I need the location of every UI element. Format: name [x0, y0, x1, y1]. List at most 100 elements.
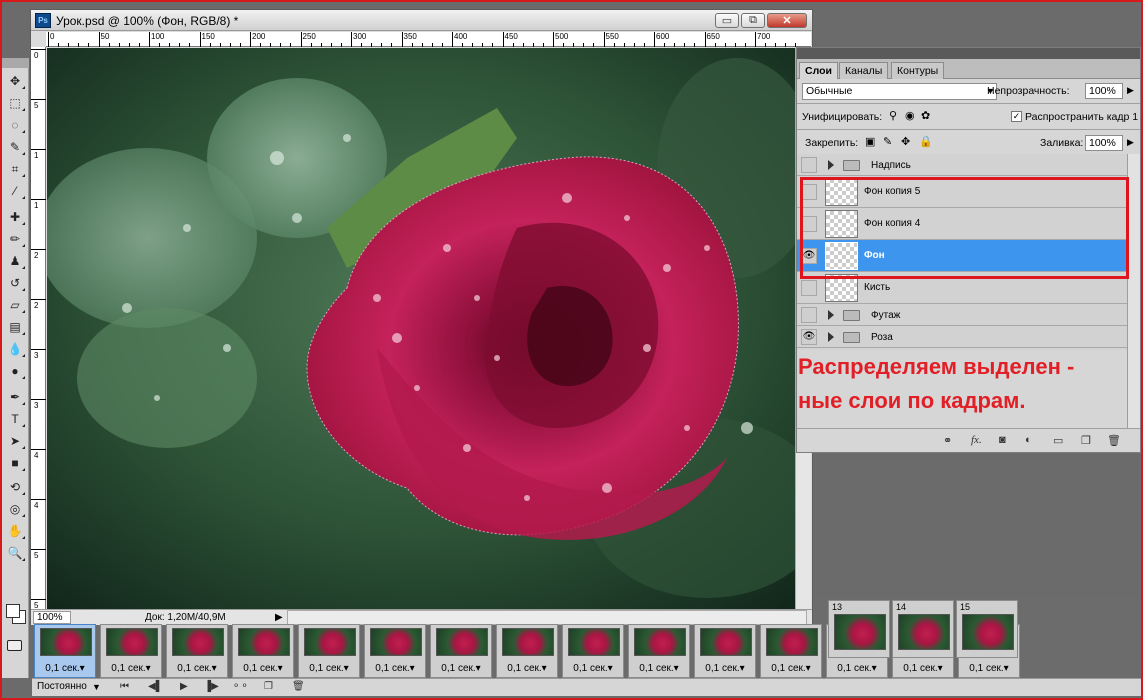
visibility-toggle[interactable]: [801, 280, 817, 296]
blend-mode-select[interactable]: Обычные: [802, 83, 997, 100]
zoom-tool-icon[interactable]: 🔍: [5, 544, 25, 562]
frame-delay[interactable]: 0,1 сек.▾: [827, 663, 887, 674]
animation-frame[interactable]: 13: [828, 600, 890, 658]
add-mask-icon[interactable]: ◙: [999, 434, 1006, 446]
fx-icon[interactable]: fx.: [971, 434, 982, 446]
history-brush-tool-icon[interactable]: ↺: [5, 274, 25, 292]
link-layers-icon[interactable]: ⚭: [943, 434, 952, 447]
clone-stamp-tool-icon[interactable]: ♟: [5, 252, 25, 270]
opacity-slider-arrow-icon[interactable]: ▶: [1127, 85, 1134, 96]
frame-delay[interactable]: 0,1 сек.▾: [695, 663, 755, 674]
fill-slider-arrow-icon[interactable]: ▶: [1127, 137, 1134, 148]
animation-frame[interactable]: 0,1 сек.▾: [430, 624, 492, 678]
animation-frame[interactable]: 0,1 сек.▾: [34, 624, 96, 678]
3d-rotate-tool-icon[interactable]: ⟲: [5, 478, 25, 496]
frame-delay[interactable]: 0,1 сек.▾: [299, 663, 359, 674]
hand-tool-icon[interactable]: ✋: [5, 522, 25, 540]
animation-frame[interactable]: 0,1 сек.▾: [100, 624, 162, 678]
close-button[interactable]: ✕: [767, 13, 807, 28]
expand-triangle-icon[interactable]: [828, 332, 834, 342]
dodge-tool-icon[interactable]: ●: [5, 362, 25, 380]
animation-frame[interactable]: 0,1 сек.▾: [760, 624, 822, 678]
frame-delay[interactable]: 0,1 сек.▾: [167, 663, 227, 674]
duplicate-frame-icon[interactable]: ❐: [264, 681, 273, 692]
chevron-down-icon[interactable]: ▼: [92, 682, 101, 692]
layer-row-nadpis[interactable]: Надпись: [797, 154, 1127, 176]
expand-triangle-icon[interactable]: [828, 160, 834, 170]
quick-select-tool-icon[interactable]: ✎: [5, 138, 25, 156]
frame-delay[interactable]: 0,1 сек.▾: [893, 663, 953, 674]
animation-frame[interactable]: 0,1 сек.▾: [496, 624, 558, 678]
unify-style-icon[interactable]: ✿: [921, 109, 930, 122]
foreground-color-swatch[interactable]: [6, 604, 20, 618]
blur-tool-icon[interactable]: 💧: [5, 340, 25, 358]
vertical-ruler[interactable]: 051122334455: [31, 47, 46, 611]
propagate-frame-checkbox[interactable]: ✓: [1011, 111, 1022, 122]
tab-paths[interactable]: Контуры: [891, 62, 945, 79]
frame-delay[interactable]: 0,1 сек.▾: [629, 663, 689, 674]
eye-icon[interactable]: 👁: [801, 329, 817, 345]
tab-channels[interactable]: Каналы: [839, 62, 889, 79]
crop-tool-icon[interactable]: ⌗: [5, 160, 25, 178]
3d-orbit-tool-icon[interactable]: ◎: [5, 500, 25, 518]
animation-frame[interactable]: 0,1 сек.▾: [628, 624, 690, 678]
path-select-tool-icon[interactable]: ➤: [5, 432, 25, 450]
frame-delay[interactable]: 0,1 сек.▾: [35, 663, 95, 674]
expand-triangle-icon[interactable]: [828, 310, 834, 320]
animation-frame[interactable]: 14: [892, 600, 954, 658]
frame-delay[interactable]: 0,1 сек.▾: [497, 663, 557, 674]
animation-frame[interactable]: 0,1 сек.▾: [232, 624, 294, 678]
animation-frame[interactable]: 0,1 сек.▾: [166, 624, 228, 678]
tween-icon[interactable]: ⚬⚬: [232, 681, 249, 692]
visibility-toggle[interactable]: [801, 157, 817, 173]
marquee-tool-icon[interactable]: ⬚: [5, 94, 25, 112]
animation-frame[interactable]: 0,1 сек.▾: [562, 624, 624, 678]
healing-brush-tool-icon[interactable]: ✚: [5, 208, 25, 226]
horizontal-ruler[interactable]: 0 50 100 150 200 250 300 350 400 450 500 550 600 650 7…: [46, 32, 811, 47]
fill-field[interactable]: 100%: [1085, 135, 1123, 151]
frame-delay[interactable]: 0,1 сек.▾: [959, 663, 1019, 674]
minimize-button[interactable]: ▭: [715, 13, 739, 28]
delete-frame-icon[interactable]: 🗑: [292, 681, 305, 692]
lock-transparency-icon[interactable]: ▣: [865, 135, 875, 148]
eyedropper-tool-icon[interactable]: ⁄: [5, 182, 25, 200]
rectangle-tool-icon[interactable]: ■: [5, 454, 25, 472]
document-titlebar[interactable]: Ps Урок.psd @ 100% (Фон, RGB/8) * ▭ ⧉ ✕: [31, 10, 812, 31]
brush-tool-icon[interactable]: ✏: [5, 230, 25, 248]
tab-layers[interactable]: Слои: [799, 62, 838, 79]
frame-delay[interactable]: 0,1 сек.▾: [563, 663, 623, 674]
animation-frame[interactable]: 15: [956, 600, 1018, 658]
layer-row-roza[interactable]: 👁 Роза: [797, 326, 1127, 348]
image-canvas[interactable]: [47, 48, 795, 611]
new-group-icon[interactable]: ▭: [1053, 434, 1063, 447]
tools-panel-header[interactable]: [2, 58, 29, 68]
gradient-tool-icon[interactable]: ▤: [5, 318, 25, 336]
new-layer-icon[interactable]: ❐: [1081, 434, 1091, 447]
next-frame-icon[interactable]: ▐▶: [204, 681, 219, 692]
lock-all-icon[interactable]: 🔒: [919, 135, 933, 148]
unify-visibility-icon[interactable]: ◉: [905, 109, 915, 122]
opacity-field[interactable]: 100%: [1085, 83, 1123, 99]
lock-pixels-icon[interactable]: ✎: [883, 135, 892, 148]
pen-tool-icon[interactable]: ✒: [5, 388, 25, 406]
restore-button[interactable]: ⧉: [741, 13, 765, 28]
visibility-toggle[interactable]: [801, 307, 817, 323]
animation-frame[interactable]: 0,1 сек.▾: [298, 624, 360, 678]
frame-delay[interactable]: 0,1 сек.▾: [101, 663, 161, 674]
type-tool-icon[interactable]: T: [5, 410, 25, 428]
eraser-tool-icon[interactable]: ▱: [5, 296, 25, 314]
delete-layer-icon[interactable]: 🗑: [1107, 434, 1121, 447]
prev-frame-icon[interactable]: ◀▌: [148, 681, 163, 692]
animation-frame[interactable]: 0,1 сек.▾: [364, 624, 426, 678]
animation-frame[interactable]: 0,1 сек.▾: [694, 624, 756, 678]
frame-delay[interactable]: 0,1 сек.▾: [233, 663, 293, 674]
unify-position-icon[interactable]: ⚲: [889, 109, 897, 122]
frame-delay[interactable]: 0,1 сек.▾: [365, 663, 425, 674]
frame-delay[interactable]: 0,1 сек.▾: [431, 663, 491, 674]
layer-row-futazh[interactable]: Футаж: [797, 304, 1127, 326]
frame-delay[interactable]: 0,1 сек.▾: [761, 663, 821, 674]
adjustment-layer-icon[interactable]: ◐: [1025, 434, 1032, 446]
move-tool-icon[interactable]: ✥: [5, 72, 25, 90]
first-frame-icon[interactable]: ⏮: [120, 681, 129, 692]
lasso-tool-icon[interactable]: ◌: [5, 116, 25, 134]
